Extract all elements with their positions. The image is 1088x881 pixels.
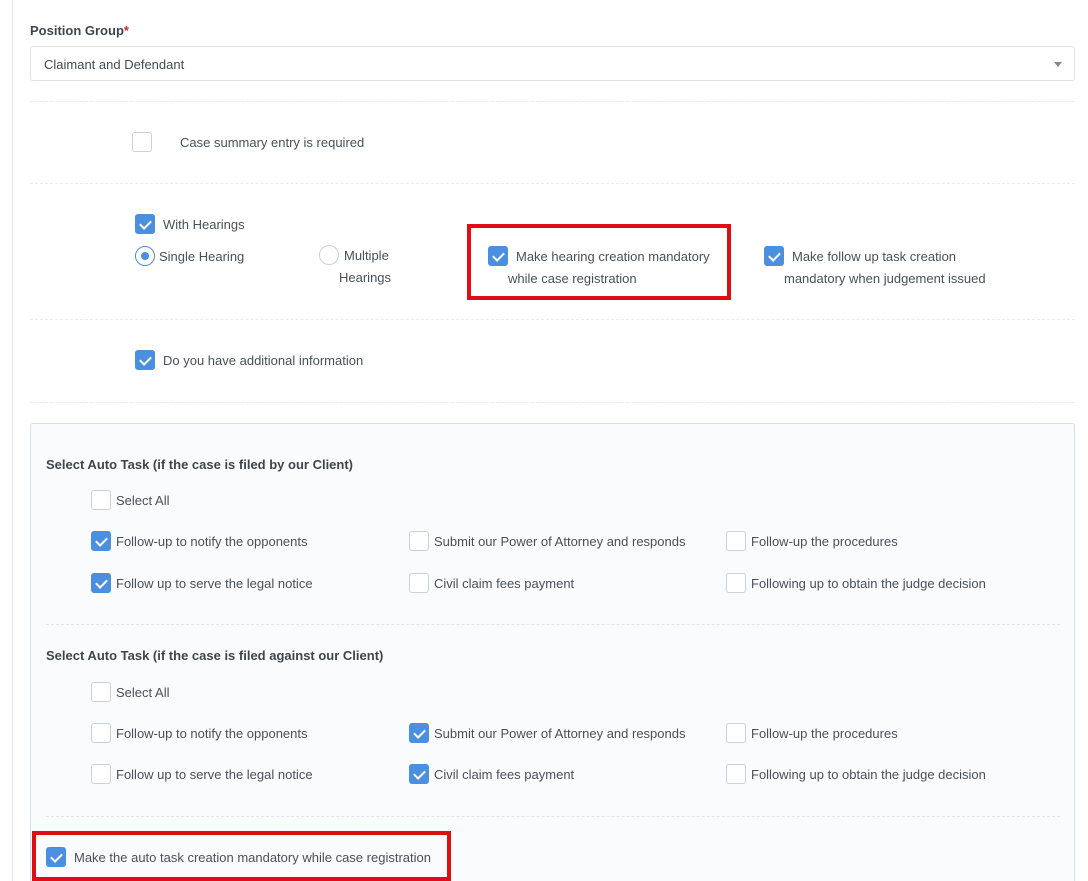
against-client-task-label: Civil claim fees payment	[434, 767, 575, 782]
divider	[46, 624, 1060, 625]
divider	[30, 101, 1075, 102]
by-client-task-label: Submit our Power of Attorney and respond…	[434, 534, 686, 549]
against-client-task-checkbox[interactable]	[726, 723, 746, 743]
by-client-task-label: Civil claim fees payment	[434, 576, 575, 591]
multiple-hearings-label-line1: Multiple	[344, 248, 389, 263]
against-client-task-checkbox[interactable]	[91, 723, 111, 743]
case-summary-label: Case summary entry is required	[180, 135, 365, 150]
mandatory-hearing-label-line2: while case registration	[508, 271, 637, 286]
by-client-task-checkbox[interactable]	[91, 531, 111, 551]
mandatory-hearing-label-line1: Make hearing creation mandatory	[516, 249, 710, 264]
by-client-task-checkbox[interactable]	[409, 531, 429, 551]
additional-info-label: Do you have additional information	[163, 353, 364, 368]
with-hearings-label: With Hearings	[163, 217, 245, 232]
by-client-task-checkbox[interactable]	[91, 573, 111, 593]
by-client-task-checkbox[interactable]	[409, 573, 429, 593]
additional-info-checkbox[interactable]	[135, 350, 155, 370]
against-client-select-all-checkbox[interactable]	[91, 682, 111, 702]
divider	[30, 183, 1075, 184]
divider	[30, 319, 1075, 320]
against-client-task-checkbox[interactable]	[726, 764, 746, 784]
mandatory-followup-label-line1: Make follow up task creation	[792, 249, 957, 264]
by-client-task-label: Follow up to serve the legal notice	[116, 576, 313, 591]
against-client-task-label: Follow up to serve the legal notice	[116, 767, 313, 782]
auto-task-by-client-heading: Select Auto Task (if the case is filed b…	[46, 457, 354, 472]
multiple-hearings-label-line2: Hearings	[339, 270, 392, 285]
position-group-label-text: Position Group	[30, 23, 124, 38]
mandatory-hearing-checkbox[interactable]	[488, 246, 508, 266]
divider	[30, 402, 1075, 403]
single-hearing-radio[interactable]	[135, 246, 155, 266]
by-client-task-label: Following up to obtain the judge decisio…	[751, 576, 986, 591]
left-border	[12, 0, 13, 881]
against-client-task-checkbox[interactable]	[409, 723, 429, 743]
required-mark: *	[123, 23, 129, 38]
auto-task-mandatory-checkbox[interactable]	[46, 847, 66, 867]
position-group-label: Position Group*	[30, 23, 129, 38]
by-client-select-all-label: Select All	[116, 493, 170, 508]
by-client-task-checkbox[interactable]	[726, 573, 746, 593]
single-hearing-label: Single Hearing	[159, 249, 245, 264]
case-summary-checkbox[interactable]	[132, 132, 152, 152]
against-client-task-label: Follow-up the procedures	[751, 726, 898, 741]
chevron-down-icon	[1054, 62, 1062, 67]
against-client-task-checkbox[interactable]	[91, 764, 111, 784]
by-client-task-checkbox[interactable]	[726, 531, 746, 551]
by-client-task-label: Follow-up the procedures	[751, 534, 898, 549]
auto-task-against-client-heading: Select Auto Task (if the case is filed a…	[46, 648, 384, 663]
against-client-task-checkbox[interactable]	[409, 764, 429, 784]
against-client-task-label: Following up to obtain the judge decisio…	[751, 767, 986, 782]
against-client-task-label: Submit our Power of Attorney and respond…	[434, 726, 686, 741]
divider	[46, 816, 1060, 817]
by-client-select-all-checkbox[interactable]	[91, 490, 111, 510]
position-group-selected-value: Claimant and Defendant	[44, 57, 185, 72]
multiple-hearings-radio[interactable]	[319, 245, 339, 265]
against-client-select-all-label: Select All	[116, 685, 170, 700]
against-client-task-label: Follow-up to notify the opponents	[116, 726, 308, 741]
mandatory-followup-label-line2: mandatory when judgement issued	[784, 271, 986, 286]
with-hearings-checkbox[interactable]	[135, 214, 155, 234]
mandatory-followup-checkbox[interactable]	[764, 246, 784, 266]
position-group-select[interactable]: Claimant and Defendant	[30, 46, 1075, 81]
by-client-task-label: Follow-up to notify the opponents	[116, 534, 308, 549]
auto-task-mandatory-label: Make the auto task creation mandatory wh…	[74, 850, 431, 865]
